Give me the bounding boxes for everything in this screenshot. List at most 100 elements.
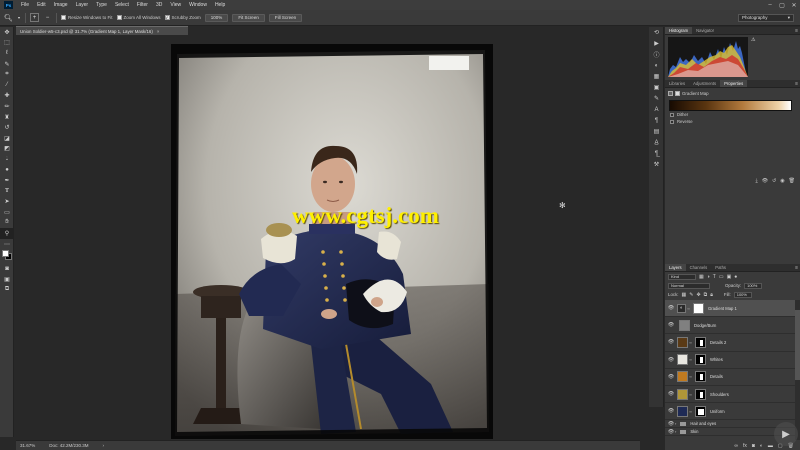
link-layers-icon[interactable]: ∞ [734, 443, 738, 449]
menu-view[interactable]: View [166, 2, 185, 8]
resize-windows-checkbox[interactable]: Resize Windows to Fit [61, 15, 113, 20]
eraser-tool-icon[interactable]: ◪ [0, 133, 14, 144]
layer-mask-thumbnail[interactable] [695, 405, 706, 417]
clone-stamp-tool-icon[interactable]: ♜ [0, 112, 14, 123]
zoom-in-icon[interactable]: + [30, 13, 39, 22]
reverse-checkbox[interactable] [670, 119, 674, 124]
hand-tool-icon[interactable]: ✋︎ [0, 218, 14, 229]
type-tool-icon[interactable]: T [0, 186, 14, 197]
brush-panel-icon[interactable]: ✎ [649, 93, 664, 104]
eyedropper-tool-icon[interactable]: ⁄ [0, 80, 14, 91]
styles-panel-icon[interactable]: ▣ [649, 82, 664, 93]
marquee-tool-icon[interactable]: ⬚ [0, 38, 14, 49]
scrubby-zoom-checkbox[interactable]: ✓ Scrubby Zoom [164, 15, 201, 20]
chain-link-icon[interactable]: ∞ [686, 306, 691, 311]
zoom-out-icon[interactable]: − [43, 13, 52, 22]
visibility-eye-icon[interactable]: 👁︎ [667, 305, 675, 311]
expand-arrow-icon[interactable]: › [675, 421, 676, 426]
quick-select-tool-icon[interactable]: ✎ [0, 59, 14, 70]
lasso-tool-icon[interactable]: ℓ [0, 48, 14, 59]
glyphs-panel-icon[interactable]: ▤ [649, 126, 664, 137]
chain-link-icon[interactable]: ∞ [688, 409, 693, 414]
layer-row-dodge-burn[interactable]: 👁︎ Dodge/Burn [665, 317, 795, 335]
new-adjustment-icon[interactable]: ◐ [760, 443, 763, 449]
lock-position-icon[interactable]: ✥ [696, 292, 700, 298]
shape-tool-icon[interactable]: ▭ [0, 207, 14, 218]
tab-histogram[interactable]: Histogram [665, 27, 693, 34]
fill-input[interactable]: 100% [733, 291, 752, 298]
type-filter-icon[interactable]: T [713, 274, 716, 280]
workspace-selector[interactable]: Photography ▾ [738, 13, 794, 22]
view-previous-icon[interactable]: 👁︎ [762, 178, 768, 184]
fit-screen-button[interactable]: Fit Screen [232, 13, 265, 22]
chain-link-icon[interactable]: ∞ [688, 357, 693, 362]
layout-icon[interactable]: ⧉ [0, 285, 14, 296]
visibility-eye-icon[interactable]: 👁︎ [667, 374, 675, 380]
fill-screen-button[interactable]: Fill Screen [268, 13, 303, 22]
chain-link-icon[interactable]: ∞ [688, 392, 693, 397]
gradient-preview-bar[interactable] [669, 100, 792, 111]
tool-presets-panel-icon[interactable]: ⚒ [649, 159, 664, 170]
panel-menu-icon[interactable]: ≡ [795, 264, 798, 272]
opacity-input[interactable]: 100% [744, 282, 763, 289]
character-styles-panel-icon[interactable]: A̲ [649, 137, 664, 148]
document-tab[interactable]: Union Soldier-w5-c3.psd @ 31.7% (Gradien… [16, 26, 188, 35]
path-select-tool-icon[interactable]: ➤ [0, 197, 14, 208]
color-fill-thumbnail[interactable] [677, 371, 688, 383]
scrollbar-thumb[interactable] [795, 310, 800, 380]
visibility-eye-icon[interactable]: 👁︎ [667, 408, 675, 414]
pen-tool-icon[interactable]: ✒ [0, 175, 14, 186]
info-panel-icon[interactable]: ⓘ [649, 49, 664, 60]
chevron-down-icon[interactable]: ▾ [17, 13, 21, 22]
layer-row-gradient-map[interactable]: 👁︎ ◐ ∞ Gradient Map 1 [665, 300, 795, 318]
color-fill-thumbnail[interactable] [677, 388, 688, 400]
tab-navigator[interactable]: Navigator [692, 27, 718, 34]
layer-row-details-2[interactable]: 👁︎ ∞ Details 2 [665, 334, 795, 352]
swatches-panel-icon[interactable]: ▦ [649, 71, 664, 82]
tab-properties[interactable]: Properties [720, 80, 748, 87]
checkbox-box[interactable] [116, 15, 122, 20]
tab-adjustments[interactable]: Adjustments [689, 80, 720, 87]
character-panel-icon[interactable]: A [649, 104, 664, 115]
color-swatches[interactable] [0, 249, 14, 263]
close-icon[interactable]: ✕ [788, 0, 800, 10]
brush-tool-icon[interactable]: ✏ [0, 101, 14, 112]
zoom-all-windows-checkbox[interactable]: Zoom All Windows [116, 15, 161, 20]
visibility-eye-icon[interactable]: 👁︎ [667, 429, 675, 435]
layer-mask-thumbnail[interactable] [695, 388, 706, 400]
chain-link-icon[interactable]: ∞ [688, 374, 693, 379]
checkbox-box[interactable] [61, 15, 66, 20]
zoom-tool-icon[interactable]: 🔍︎ [4, 13, 13, 22]
menu-filter[interactable]: Filter [133, 2, 152, 8]
delete-icon[interactable]: 🗑︎ [789, 178, 795, 184]
status-arrow-icon[interactable]: › [103, 443, 105, 448]
quick-mask-icon[interactable]: ◙ [0, 263, 14, 274]
lock-pixels-icon[interactable]: ✎ [689, 292, 693, 298]
dodge-tool-icon[interactable]: ● [0, 165, 14, 176]
screen-mode-icon[interactable]: ▣ [0, 274, 14, 285]
cache-warning-icon[interactable]: ⚠ [751, 37, 755, 43]
tab-layers[interactable]: Layers [665, 264, 686, 271]
color-panel-icon[interactable]: ◐ [649, 60, 664, 71]
reset-icon[interactable]: ↺ [772, 178, 776, 184]
foreground-color-swatch[interactable] [2, 250, 9, 258]
visibility-eye-icon[interactable]: 👁︎ [667, 357, 675, 363]
shape-filter-icon[interactable]: ▭ [719, 274, 724, 280]
menu-image[interactable]: Image [50, 2, 72, 8]
play-overlay-icon[interactable]: ▶ [774, 422, 798, 446]
menu-type[interactable]: Type [92, 2, 111, 8]
minimize-icon[interactable]: – [764, 0, 776, 10]
menu-3d[interactable]: 3D [152, 2, 166, 8]
kind-filter-select[interactable]: Kind [668, 273, 696, 280]
layer-row-details[interactable]: 👁︎ ∞ Details [665, 369, 795, 386]
smart-object-filter-icon[interactable]: ▣ [727, 274, 732, 280]
lock-transparency-icon[interactable]: ▦ [682, 292, 687, 298]
menu-select[interactable]: Select [111, 2, 133, 8]
maximize-icon[interactable]: ▢ [776, 0, 788, 10]
adjustment-icon[interactable] [668, 90, 673, 96]
layer-mask-thumbnail[interactable] [695, 354, 706, 366]
visibility-eye-icon[interactable]: 👁︎ [667, 322, 675, 328]
crop-tool-icon[interactable]: ⌗ [0, 69, 14, 80]
lock-artboard-icon[interactable]: ⧉ [704, 292, 708, 298]
add-mask-icon[interactable]: ◙ [752, 443, 755, 449]
